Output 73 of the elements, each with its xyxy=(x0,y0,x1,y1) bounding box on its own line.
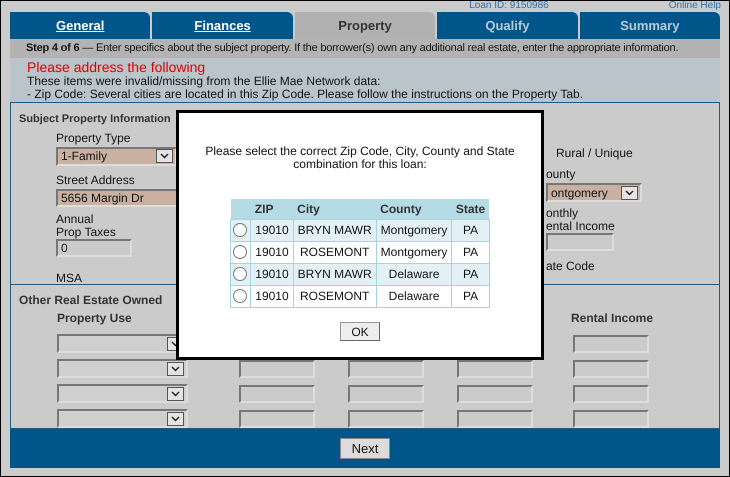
field-label: onthly ental Income xyxy=(546,207,615,233)
table-cell: Delaware xyxy=(376,285,452,307)
dropdown-caret-icon[interactable] xyxy=(621,186,638,200)
dropdown-field[interactable] xyxy=(57,409,188,428)
text-field[interactable] xyxy=(348,384,424,402)
alert-title: Please address the following xyxy=(27,59,206,75)
tab[interactable]: Finances xyxy=(152,12,293,39)
table-cell: Montgomery xyxy=(376,241,452,263)
next-button[interactable]: Next xyxy=(340,438,390,459)
checkbox-label: Rural / Unique xyxy=(555,145,633,162)
column-header: County xyxy=(376,199,452,219)
text-field[interactable] xyxy=(573,384,649,402)
radio-button[interactable] xyxy=(233,289,248,303)
alert-text: - Zip Code: Several cities are located in this Zip Code. Please follow the instructions on the Property Tab. xyxy=(27,88,584,101)
dropdown-caret-icon[interactable] xyxy=(167,386,184,400)
text-field[interactable] xyxy=(348,410,424,428)
section-title: Other Real Estate Owned xyxy=(19,292,162,309)
text-field[interactable] xyxy=(348,360,424,378)
table-cell: Montgomery xyxy=(376,219,452,241)
radio-button[interactable] xyxy=(233,245,248,259)
field-label: Street Address xyxy=(56,172,135,188)
text-field[interactable] xyxy=(239,360,315,378)
text-field[interactable] xyxy=(239,384,315,402)
loan-id-text: Loan ID: 9150986 xyxy=(469,1,549,12)
tab[interactable]: Property xyxy=(294,12,436,39)
column-header: State xyxy=(452,199,490,219)
text-field[interactable] xyxy=(239,410,315,428)
column-header: Property Use xyxy=(57,310,133,327)
table-cell: 19010 xyxy=(250,285,294,307)
dropdown-field[interactable]: ontgomery xyxy=(546,183,642,202)
text-field[interactable] xyxy=(457,384,533,402)
dialog-message: Please select the correct Zip Code, City, County and State combination for this loan: xyxy=(204,145,516,171)
dropdown-caret-icon[interactable] xyxy=(167,362,184,376)
table-cell: PA xyxy=(452,219,490,241)
text-field[interactable] xyxy=(573,410,649,428)
radio-button[interactable] xyxy=(233,223,248,237)
field-label: ounty xyxy=(546,166,576,183)
text-field[interactable] xyxy=(457,360,533,378)
dropdown-field[interactable] xyxy=(57,359,188,378)
table-cell: Delaware xyxy=(376,263,452,285)
text-field[interactable] xyxy=(457,410,533,428)
table-cell: PA xyxy=(452,241,490,263)
text-field[interactable] xyxy=(573,360,649,378)
dropdown-field[interactable]: 1-Family xyxy=(56,146,177,166)
text-field[interactable] xyxy=(546,233,614,251)
column-header: Rental Income xyxy=(571,310,654,327)
table-cell: 19010 xyxy=(250,263,294,285)
table-cell: ROSEMONT xyxy=(293,285,376,307)
radio-button[interactable] xyxy=(233,267,248,281)
table-cell: BRYN MAWR xyxy=(293,219,376,241)
tab[interactable]: General xyxy=(10,12,150,39)
table-cell: 19010 xyxy=(250,241,294,263)
column-header: City xyxy=(293,199,376,219)
alert-text: These items were invalid/missing from the Ellie Mae Network data: xyxy=(27,75,382,88)
table-cell: PA xyxy=(452,285,490,307)
dropdown-field[interactable] xyxy=(57,384,188,403)
text-field[interactable]: 0 xyxy=(56,238,132,256)
ok-button[interactable]: OK xyxy=(340,322,380,340)
dropdown-caret-icon[interactable] xyxy=(156,149,173,163)
table-cell: BRYN MAWR xyxy=(293,263,376,285)
table-cell: 19010 xyxy=(250,219,294,241)
table-cell: PA xyxy=(452,263,490,285)
step-bar: Step 4 of 6 — Enter specifics about the subject property. If the borrower(s) own any additional real estate, enter the appropriate information. xyxy=(10,39,720,58)
field-label: MSA xyxy=(56,270,82,286)
field-label: Property Type xyxy=(56,130,130,146)
column-header xyxy=(230,199,251,219)
table-cell: ROSEMONT xyxy=(293,241,376,263)
field-label: ate Code xyxy=(546,258,595,275)
column-header: ZIP xyxy=(250,199,294,219)
field-label: Annual Prop Taxes xyxy=(56,212,116,238)
section-title: Subject Property Information xyxy=(19,112,171,127)
text-field[interactable] xyxy=(573,334,649,352)
dropdown-caret-icon[interactable] xyxy=(167,412,184,426)
